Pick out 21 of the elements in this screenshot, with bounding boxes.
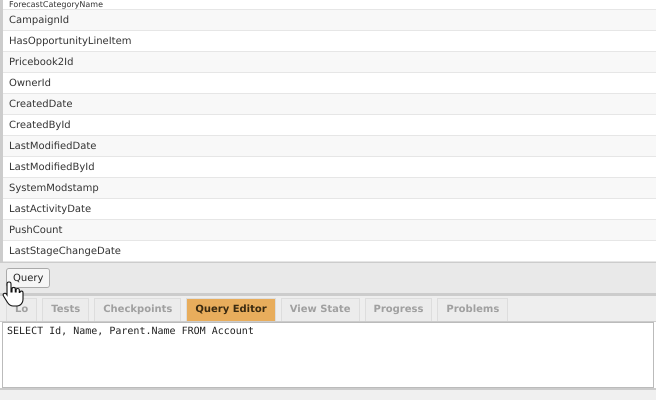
field-name: CreatedDate <box>9 98 72 110</box>
field-name: PushCount <box>9 224 62 236</box>
tab[interactable]: Progress <box>364 298 432 321</box>
field-name: LastActivityDate <box>9 204 92 214</box>
tab[interactable]: Query Editor <box>186 298 276 321</box>
field-name: HasOpportunityLineItem <box>9 36 132 46</box>
query-editor-field[interactable]: SELECT Id, Name, Parent.Name FROM Account <box>2 322 654 388</box>
field-name: SystemModstamp <box>9 182 99 194</box>
tab[interactable]: Problems <box>437 298 508 321</box>
field-name: LastStageChangeDate <box>9 246 121 256</box>
field-name: LastModifiedDate <box>9 140 96 152</box>
query-button[interactable]: Query <box>6 268 50 288</box>
field-name: Pricebook2Id <box>9 56 74 68</box>
field-name: OwnerId <box>9 78 51 88</box>
tab[interactable]: Checkpoints <box>94 298 182 321</box>
field-name: CampaignId <box>9 14 70 26</box>
field-name: LastModifiedById <box>9 162 95 172</box>
tab[interactable]: View State <box>280 298 360 321</box>
tab[interactable]: Tests <box>42 298 90 321</box>
field-name: ForecastCategoryName <box>9 0 103 9</box>
field-name: CreatedById <box>9 120 71 130</box>
